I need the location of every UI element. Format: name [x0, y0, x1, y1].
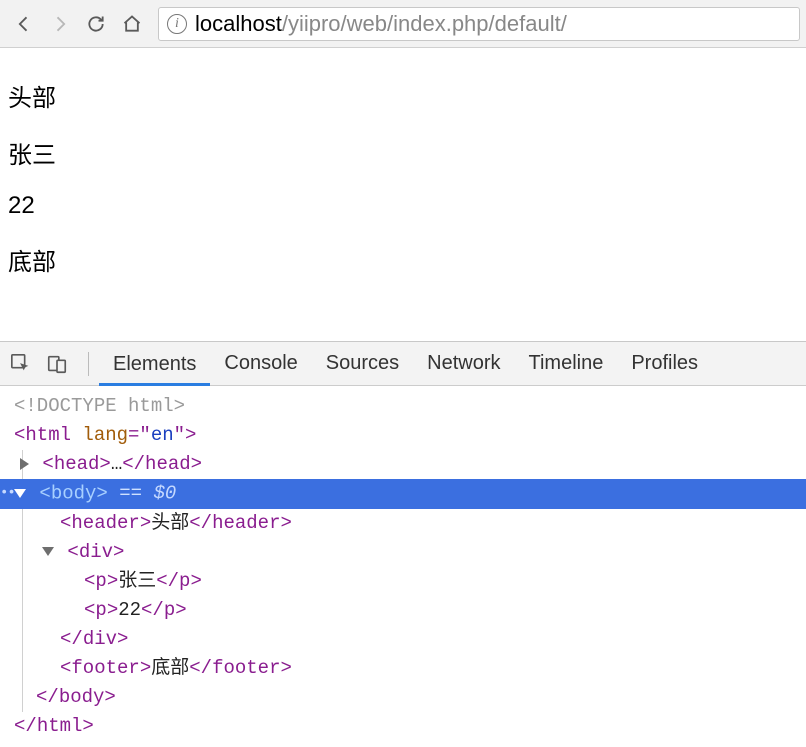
- browser-toolbar: i localhost/yiipro/web/index.php/default…: [0, 0, 806, 48]
- home-button[interactable]: [114, 6, 150, 42]
- tab-network[interactable]: Network: [413, 342, 514, 386]
- dom-body-close[interactable]: </body>: [0, 683, 806, 712]
- reload-button[interactable]: [78, 6, 114, 42]
- tab-console[interactable]: Console: [210, 342, 311, 386]
- tab-sources[interactable]: Sources: [312, 342, 413, 386]
- collapse-icon[interactable]: [42, 547, 54, 556]
- url-bar[interactable]: i localhost/yiipro/web/index.php/default…: [158, 7, 800, 41]
- collapse-icon[interactable]: [14, 489, 26, 498]
- tab-elements[interactable]: Elements: [99, 342, 210, 386]
- dom-html-close[interactable]: </html>: [0, 712, 806, 741]
- page-age-text: 22: [8, 192, 798, 220]
- page-name-text: 张三: [8, 135, 798, 170]
- expand-icon[interactable]: [20, 458, 29, 470]
- back-button[interactable]: [6, 6, 42, 42]
- url-path: /yiipro/web/index.php/default/: [282, 11, 567, 37]
- dom-body-open[interactable]: •• <body> == $0: [0, 479, 806, 509]
- devtools-tabbar: Elements Console Sources Network Timelin…: [0, 342, 806, 386]
- dom-div-close[interactable]: </div>: [0, 625, 806, 654]
- tab-profiles[interactable]: Profiles: [617, 342, 712, 386]
- dom-head[interactable]: <head>…</head>: [0, 450, 806, 479]
- dom-header[interactable]: <header>头部</header>: [0, 509, 806, 538]
- tab-timeline[interactable]: Timeline: [515, 342, 618, 386]
- url-host: localhost: [195, 11, 282, 37]
- dom-p2[interactable]: <p>22</p>: [0, 596, 806, 625]
- page-header-text: 头部: [8, 78, 798, 113]
- dom-div-open[interactable]: <div>: [0, 538, 806, 567]
- info-icon[interactable]: i: [167, 14, 187, 34]
- dom-p1[interactable]: <p>张三</p>: [0, 567, 806, 596]
- inspect-icon[interactable]: [6, 349, 36, 379]
- forward-button[interactable]: [42, 6, 78, 42]
- tab-separator: [88, 352, 89, 376]
- dom-tree[interactable]: <!DOCTYPE html> <html lang="en"> <head>……: [0, 386, 806, 747]
- dom-html-open[interactable]: <html lang="en">: [0, 421, 806, 450]
- device-icon[interactable]: [42, 349, 72, 379]
- devtools-panel: Elements Console Sources Network Timelin…: [0, 341, 806, 739]
- page-footer-text: 底部: [8, 242, 798, 277]
- dom-footer[interactable]: <footer>底部</footer>: [0, 654, 806, 683]
- dom-doctype[interactable]: <!DOCTYPE html>: [0, 392, 806, 421]
- page-content: 头部 张三 22 底部: [0, 48, 806, 315]
